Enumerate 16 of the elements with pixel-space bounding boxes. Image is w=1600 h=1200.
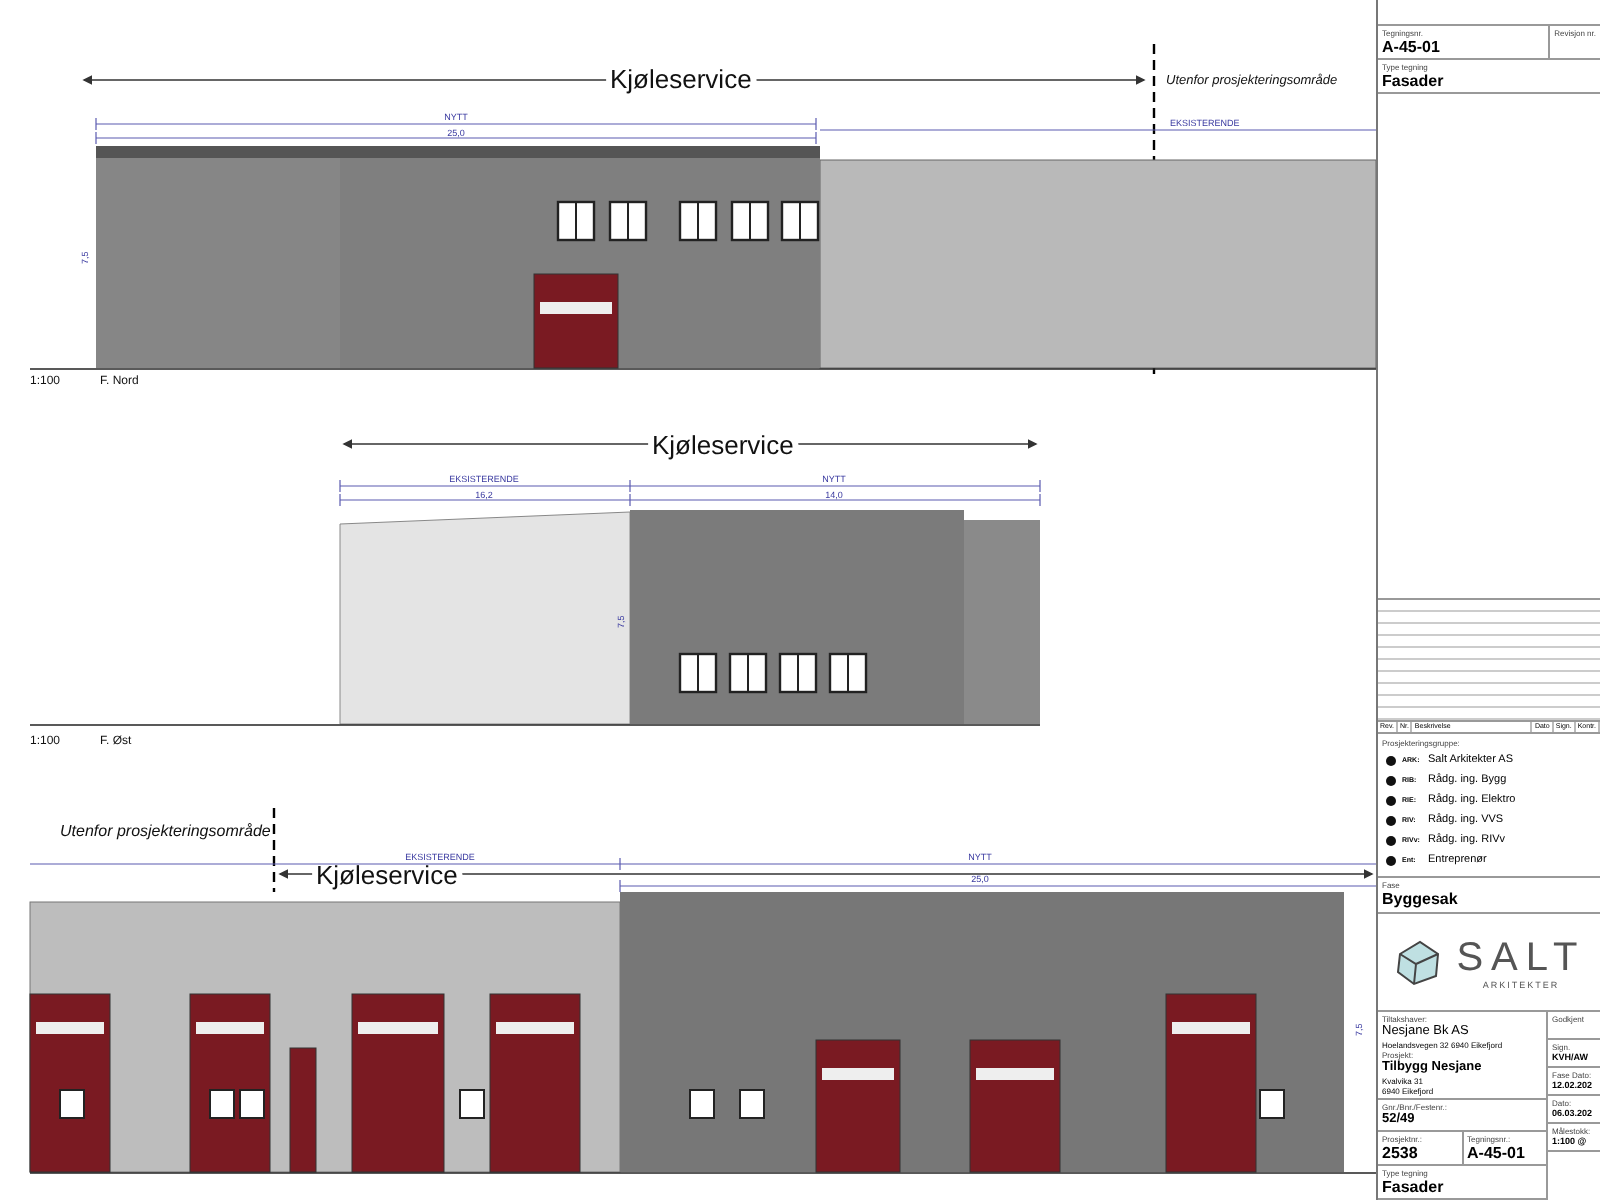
boundary-label: Utenfor prosjekteringsområde — [60, 822, 271, 840]
cube-logo-icon — [1392, 936, 1445, 988]
bullet-icon — [1386, 835, 1396, 845]
boundary-line — [272, 808, 276, 892]
field-value: 2538 — [1382, 1144, 1420, 1162]
field-value: Fasader — [1382, 72, 1446, 90]
bullet-icon — [1386, 795, 1396, 805]
bullet-icon — [1386, 775, 1396, 785]
phase-value: Byggesak — [1382, 890, 1460, 910]
field-value: A-45-01 — [1467, 1144, 1527, 1162]
field-value: A-45-01 — [1382, 38, 1442, 56]
logo-wordmark: SALT — [1456, 935, 1586, 979]
bullet-icon — [1386, 855, 1396, 865]
field-value: Fasader — [1382, 1178, 1446, 1196]
bullet-icon — [1386, 815, 1396, 825]
bullet-icon — [1386, 755, 1396, 765]
